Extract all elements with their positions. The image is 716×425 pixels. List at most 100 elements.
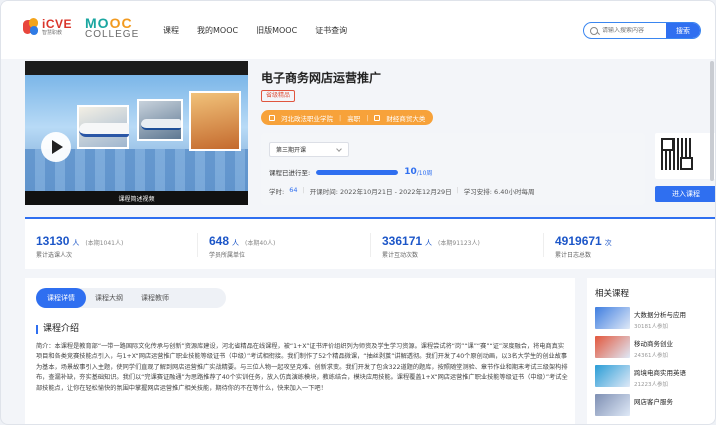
course-thumbnail (595, 307, 630, 329)
course-title: 电子商务网店运营推广 (261, 71, 382, 85)
stat-number: 4919671 (555, 234, 602, 248)
nav-item-my-mooc[interactable]: 我的MOOC (197, 25, 238, 36)
school-level: 高职 (347, 114, 361, 123)
progress-bar-fill (316, 169, 399, 175)
tab-course-outline[interactable]: 课程大纲 (86, 288, 132, 308)
course-hero: 课程简述视频 电子商务网店运营推广 省级精品 河北政法职业学院 | 高职 | 财… (25, 59, 715, 209)
mooc-college-logo[interactable]: MOOC COLLEGE (85, 16, 139, 40)
search-button[interactable]: 搜索 (666, 23, 700, 38)
stat-current-term: (本期1041人) (85, 240, 124, 247)
progress-current: 10 (404, 167, 417, 177)
related-course-count: 21223人参加 (634, 382, 668, 388)
stat-current-term: (本期91123人) (438, 240, 480, 247)
stat-unit: 人 (232, 239, 240, 247)
intro-text: 简介：本课程是教育部“一带一路国际文化传承与创新”资源库建设，河北省精品在线课程… (36, 343, 568, 392)
school-icon (269, 114, 275, 121)
nav-item-courses[interactable]: 课程 (163, 25, 179, 36)
tab-course-details[interactable]: 课程详情 (36, 288, 86, 308)
related-courses: 相关课程 大数据分析与应用 30181人参加 移动商务创业 24361人参加 跨境电… (587, 278, 715, 424)
stat-unit: 人 (425, 239, 433, 247)
stat-institutions: 648 人 (本期40人) 学员所属单位 (198, 219, 371, 269)
stat-label: 学员所属单位 (209, 252, 246, 259)
related-courses-title: 相关课程 (595, 289, 630, 299)
browser-page: iCVE 智慧职教 MOOC COLLEGE 课程 我的MOOC 旧版MOOC … (0, 0, 716, 425)
related-course-name: 跨境电商实用英语 (634, 369, 686, 377)
hours-value: 64 (289, 186, 298, 194)
icve-logo[interactable]: iCVE 智慧职教 (23, 18, 72, 36)
progress-bar (316, 169, 399, 175)
stat-interactions: 336171 人 (本期91123人) 累计互动次数 (371, 219, 544, 269)
course-category: 财经商贸大类 (386, 114, 426, 123)
related-course-item[interactable]: 大数据分析与应用 30181人参加 (595, 307, 715, 333)
term-select[interactable]: 第三期开课 (269, 142, 349, 157)
college-logo-text: COLLEGE (85, 29, 140, 40)
stat-number: 13130 (36, 234, 70, 248)
video-panel (189, 91, 241, 151)
video-caption: 课程简述视频 (25, 191, 248, 205)
course-meta: 学时: 64 | 开课时间: 2022年10月21日 - 2022年12月29日… (269, 186, 535, 196)
open-time: 开课时间: 2022年10月21日 - 2022年12月29日 (309, 188, 452, 196)
course-stats: 13130 人 (本期1041人) 累计选课人次 648 人 (本期40人) 学员所属单… (25, 217, 715, 269)
course-video-player[interactable]: 课程简述视频 (25, 61, 248, 205)
related-course-name: 大数据分析与应用 (634, 311, 686, 319)
course-thumbnail (595, 365, 630, 387)
course-info-panel: 第三期开课 课程已进行至: 10 /10周 学时: 64 | 开课时间: 202… (261, 133, 645, 205)
stat-unit: 次 (604, 239, 612, 247)
nav-item-old-mooc[interactable]: 旧版MOOC (256, 25, 297, 36)
icve-logo-subtitle: 智慧职教 (42, 30, 63, 36)
separator: | (456, 186, 459, 194)
enter-course-button[interactable]: 进入课程 (655, 186, 715, 202)
stat-label: 累计互动次数 (382, 252, 419, 259)
video-train-image (141, 119, 181, 130)
tab-course-teachers[interactable]: 课程教师 (132, 288, 178, 308)
stat-unit: 人 (72, 239, 80, 247)
related-course-count: 24361人参加 (634, 353, 668, 359)
main-nav: 课程 我的MOOC 旧版MOOC 证书查询 (163, 25, 347, 36)
search-icon (590, 26, 598, 35)
course-thumbnail (595, 336, 630, 358)
nav-item-certificate-query[interactable]: 证书查询 (315, 25, 347, 36)
search-input[interactable] (602, 27, 666, 34)
video-train-image (79, 123, 129, 137)
qr-code-card (655, 133, 715, 179)
study-schedule: 学习安排: 6.40小时每周 (463, 188, 535, 196)
progress-label: 课程已进行至: (269, 169, 311, 177)
chevron-down-icon (336, 146, 342, 152)
intro-heading: 课程介绍 (36, 325, 79, 334)
stat-enrollments: 13130 人 (本期1041人) 累计选课人次 (25, 219, 198, 269)
qr-code-icon (661, 138, 693, 170)
separator: | (302, 186, 305, 194)
stat-current-term: (本期40人) (245, 240, 276, 247)
course-progress: 课程已进行至: 10 /10周 (269, 167, 432, 177)
top-header: iCVE 智慧职教 MOOC COLLEGE 课程 我的MOOC 旧版MOOC … (1, 1, 715, 59)
quality-badge: 省级精品 (261, 90, 296, 102)
school-name[interactable]: 河北政法职业学院 (281, 113, 333, 123)
icve-logo-text: iCVE (42, 17, 73, 31)
category-icon (374, 114, 381, 121)
play-icon[interactable] (41, 132, 71, 162)
icve-logo-icon (23, 18, 39, 36)
related-course-name: 网店客户服务 (634, 398, 673, 406)
progress-total: /10周 (416, 169, 433, 177)
related-course-item[interactable]: 跨境电商实用英语 21223人参加 (595, 365, 715, 391)
hours-label: 学时: (269, 188, 285, 196)
related-course-name: 移动商务创业 (634, 340, 673, 348)
page-scrollbar[interactable] (710, 61, 715, 421)
separator: | (339, 113, 342, 122)
stat-number: 648 (209, 234, 230, 248)
detail-tabs: 课程详情 课程大纲 课程教师 (36, 288, 226, 308)
stat-label: 累计日志总数 (555, 252, 592, 259)
stat-label: 累计选课人次 (36, 252, 73, 259)
search-box: 搜索 (583, 22, 701, 39)
course-thumbnail (595, 394, 630, 416)
scrollbar-thumb[interactable] (710, 61, 714, 181)
stat-number: 336171 (382, 234, 423, 248)
school-info-bar: 河北政法职业学院 | 高职 | 财经商贸大类 (261, 110, 434, 125)
course-detail-panel: 课程详情 课程大纲 课程教师 课程介绍 简介：本课程是教育部“一带一路国际文化传… (25, 278, 575, 424)
term-select-value: 第三期开课 (276, 147, 307, 154)
related-course-count: 30181人参加 (634, 324, 668, 330)
stat-logs: 4919671 次 累计日志总数 (544, 219, 715, 269)
related-course-item[interactable]: 网店客户服务 (595, 394, 715, 420)
separator: | (366, 113, 369, 122)
related-course-item[interactable]: 移动商务创业 24361人参加 (595, 336, 715, 362)
